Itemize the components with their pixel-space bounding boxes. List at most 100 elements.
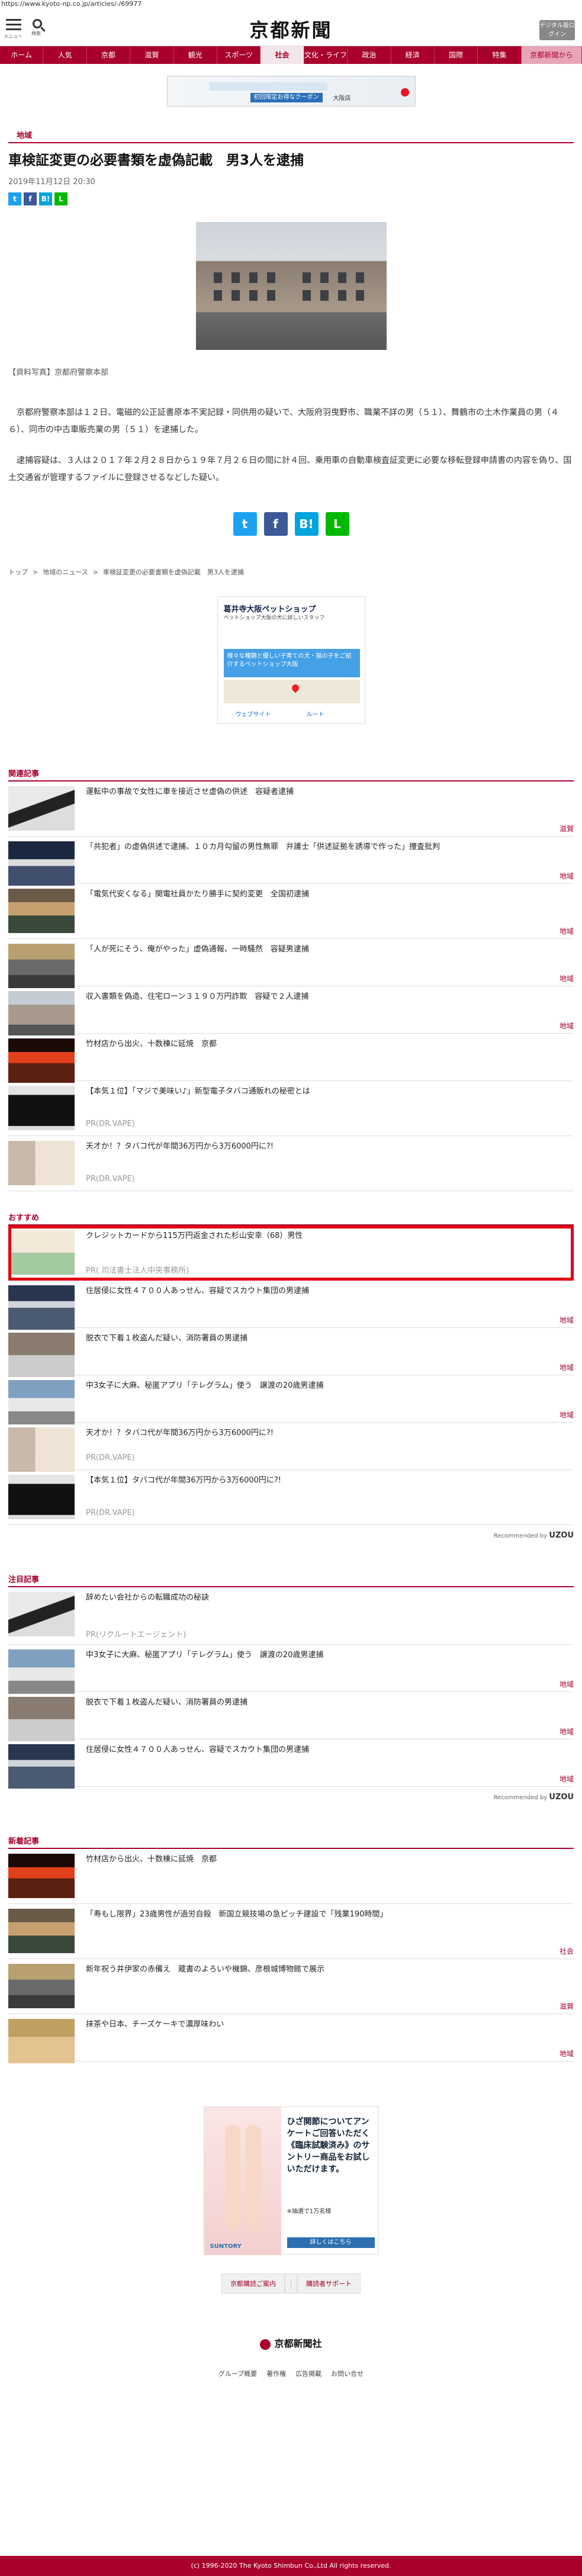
breadcrumb-item[interactable]: トップ: [8, 568, 28, 576]
nav-item[interactable]: スポーツ: [217, 46, 261, 64]
list-item[interactable]: 天才か！？タバコ代が年間36万円から3万6000円に?! PR(DR.VAPE): [8, 1136, 574, 1191]
list-item-title: 新年祝う井伊家の赤備え 蔵書のよろいや機錦、彦根城博物館で展示: [86, 1965, 325, 1974]
category-label[interactable]: 滋賀: [560, 2001, 574, 2011]
category-label[interactable]: 地域: [560, 1410, 574, 1420]
category-label[interactable]: 地域: [560, 973, 574, 983]
list-item[interactable]: 新年祝う井伊家の赤備え 蔵書のよろいや機錦、彦根城博物館で展示滋賀: [8, 1959, 574, 2014]
route-link[interactable]: ルート: [307, 709, 324, 718]
ad-coupon-button[interactable]: 初回限定お得なクーポン: [250, 93, 323, 102]
copyright: (c) 1996-2020 The Kyoto Shimbun Co.,Ltd …: [0, 2556, 582, 2576]
footer-link[interactable]: グループ概要: [218, 2369, 257, 2378]
map-ad-banner[interactable]: 様々な種類と優しい子育ての犬・猫の子をご紹介するペットショップ大阪: [223, 649, 360, 677]
category-label[interactable]: 地域: [560, 2048, 574, 2059]
subscribe-links: 京都購読ご案内 ｜ 購読者サポート: [0, 2273, 582, 2294]
ad-brand: 大阪店: [333, 95, 351, 102]
breadcrumb: トップ > 地域のニュース > 車検証変更の必要書類を虚偽記載 男3人を逮捕: [8, 567, 574, 577]
list-item[interactable]: 抹茶や日本、チーズケーキで濃厚味わい 地域: [8, 2014, 574, 2063]
list-item[interactable]: 竹材店から出火、十数棟に延焼 京都: [8, 1849, 574, 1904]
list-item[interactable]: 中3女子に大麻、秘匿アプリ「テレグラム」使う 譲渡の20歳男逮捕地域: [8, 1375, 574, 1424]
category-label[interactable]: 地域: [560, 871, 574, 881]
list-item-title: クレジットカードから115万円返金された杉山安幸（68）男性: [86, 1231, 303, 1240]
share-buttons-large: t f B! L: [0, 512, 582, 536]
hatena-icon[interactable]: B!: [39, 192, 52, 205]
facebook-icon[interactable]: f: [24, 192, 37, 205]
list-item[interactable]: 中3女子に大麻、秘匿アプリ「テレグラム」使う 譲渡の20歳男逮捕 地域: [8, 1645, 574, 1694]
website-link[interactable]: ウェブサイト: [236, 709, 271, 718]
category-label[interactable]: 地域: [560, 1315, 574, 1325]
list-item-title: 中3女子に大麻、秘匿アプリ「テレグラム」使う 譲渡の20歳男逮捕: [86, 1381, 324, 1390]
nav-item[interactable]: ホーム: [0, 46, 44, 64]
nav-item[interactable]: 政治: [348, 46, 391, 64]
list-item[interactable]: 脱衣で下着１枚盗んだ疑い、消防署員の男逮捕 地域: [8, 1692, 574, 1741]
nav-item[interactable]: 滋賀: [130, 46, 174, 64]
list-item[interactable]: 竹材店から出火、十数棟に延焼 京都: [8, 1034, 574, 1083]
breadcrumb-item[interactable]: 地域のニュース: [43, 568, 88, 576]
footer-link[interactable]: 広告掲載: [295, 2369, 321, 2378]
subscribe-link[interactable]: 京都購読ご案内: [221, 2273, 285, 2294]
ad-title: ひざ関節についてアンケートご回答いただく《臨床試験済み》のサントリー商品をお試し…: [287, 2117, 370, 2174]
list-item-title: 辞めたい会社からの転職成功の秘訣: [86, 1593, 210, 1602]
support-link[interactable]: 購読者サポート: [297, 2273, 361, 2294]
sponsor-label: PR( 司法書士法人中央事務所): [86, 1266, 189, 1275]
bottom-ad[interactable]: ひざ関節についてアンケートご回答いただく《臨床試験済み》のサントリー商品をお試し…: [203, 2107, 379, 2255]
category-label[interactable]: 社会: [560, 1946, 574, 1956]
nav-item[interactable]: 経済: [391, 46, 435, 64]
twitter-icon[interactable]: t: [233, 512, 257, 536]
related-section: 関連記事 運転中の事故で女性に車を接近させ虚偽の供述 容疑者逮捕 滋賀 「共犯者」の…: [8, 767, 574, 1191]
sponsor-label: PR(リクルートエージェント): [86, 1630, 187, 1639]
list-item[interactable]: 辞めたい会社からの転職成功の秘訣 PR(リクルートエージェント): [8, 1587, 574, 1645]
nav-item[interactable]: 文化・ライフ: [304, 46, 348, 64]
footer-links: グループ概要 著作権 広告掲載 お問い合せ: [0, 2369, 582, 2378]
hatena-icon[interactable]: B!: [294, 512, 319, 536]
category-label[interactable]: 地域: [560, 1726, 574, 1736]
section-heading: おすすめ: [8, 1211, 574, 1226]
list-item[interactable]: 脱衣で下着１枚盗んだ疑い、消防署員の男逮捕 地域: [8, 1328, 574, 1377]
list-item[interactable]: 【本気１位】「マジで美味い♪」新型電子タバコ通販れの秘密とは PR(DR.VAPE…: [8, 1081, 574, 1136]
list-item[interactable]: 住居侵に女性４７００人あっせん、容疑でスカウト集団の男逮捕 地域: [8, 1739, 574, 1789]
thumbnail-image: [8, 1697, 75, 1741]
list-item[interactable]: クレジットカードから115万円返金された杉山安幸（68）男性 PR( 司法書士法人…: [8, 1226, 574, 1281]
list-item[interactable]: 収入書類を偽造、住宅ローン３１９０万円詐欺 容疑で２人逮捕 地域: [8, 986, 574, 1035]
top-ad[interactable]: 初回限定お得なクーポン 大阪店: [166, 76, 416, 107]
nav-item[interactable]: 国際: [435, 46, 478, 64]
nav-item[interactable]: 人気: [43, 46, 87, 64]
nav-item[interactable]: 特集: [478, 46, 522, 64]
category-label[interactable]: 地域: [560, 926, 574, 936]
sponsor-label: PR(DR.VAPE): [86, 1175, 135, 1184]
list-item[interactable]: 運転中の事故で女性に車を接近させ虚偽の供述 容疑者逮捕 滋賀: [8, 782, 574, 837]
digital-login-button[interactable]: デジタル版ログイン: [539, 20, 575, 40]
footer-logo[interactable]: 京都新聞社: [0, 2336, 582, 2350]
footer-link[interactable]: お問い合せ: [331, 2369, 364, 2378]
category-label[interactable]: 滋賀: [560, 824, 574, 834]
list-item[interactable]: 「電気代安くなる」関電社員かたり勝手に契約変更 全国初逮捕 地域: [8, 884, 574, 939]
category-label[interactable]: 地域: [560, 1021, 574, 1031]
thumbnail-image: [8, 1038, 75, 1083]
list-item[interactable]: 「寿もし限界」23歳男性が過労自殺 新国立競技場の急ピッチ建設で「残業190時間…: [8, 1904, 574, 1959]
list-item[interactable]: 天才か！？タバコ代が年間36万円から3万6000円に?! PR(DR.VAPE): [8, 1423, 574, 1472]
nav-item[interactable]: 京都新聞から: [521, 46, 582, 64]
list-item[interactable]: 「人が死にそう、俺がやった」虚偽通報、一時騒然 容疑男逮捕 地域: [8, 939, 574, 988]
ad-detail-button[interactable]: 詳しくはこちら: [287, 2237, 375, 2248]
category-label[interactable]: 地域: [560, 1774, 574, 1784]
nav-item[interactable]: 社会: [261, 46, 304, 64]
nav-item[interactable]: 観光: [174, 46, 217, 64]
site-logo[interactable]: 京都新聞: [0, 15, 582, 43]
category-label[interactable]: 地域: [560, 1679, 574, 1689]
thumbnail-image: [8, 1475, 75, 1519]
category-label[interactable]: 地域: [560, 1362, 574, 1372]
line-icon[interactable]: L: [325, 512, 349, 536]
twitter-icon[interactable]: t: [8, 192, 21, 205]
nav-item[interactable]: 京都: [87, 46, 131, 64]
ad-close-icon[interactable]: [400, 88, 409, 97]
list-item[interactable]: 「共犯者」の虚偽供述で逮捕、１０カ月勾留の男性無罪 弁護士「供述証拠を誘導で作っ…: [8, 837, 574, 886]
breadcrumb-item[interactable]: 車検証変更の必要書類を虚偽記載 男3人を逮捕: [103, 568, 244, 576]
map-ad[interactable]: 葛井寺大阪ペットショップ ペットショップ大阪の犬に詳しいスタッフ 様々な種類と優…: [217, 596, 365, 724]
line-icon[interactable]: L: [54, 192, 67, 205]
thumbnail-image: [8, 1285, 75, 1330]
list-item[interactable]: 住居侵に女性４７００人あっせん、容疑でスカウト集団の男逮捕 地域: [8, 1281, 574, 1330]
article-paragraph: 逮捕容疑は、３人は２０１７年２月２８日から１９年７月２６日の間に計４回、乗用車の…: [8, 456, 572, 483]
list-item-title: 「共犯者」の虚偽供述で逮捕、１０カ月勾留の男性無罪 弁護士「供述証拠を誘導で作っ…: [86, 842, 440, 851]
list-item[interactable]: 【本気１位】タバコ代が年間36万円から3万6000円に?! PR(DR.VAPE): [8, 1470, 574, 1525]
footer-link[interactable]: 著作権: [266, 2369, 286, 2378]
facebook-icon[interactable]: f: [263, 512, 288, 536]
